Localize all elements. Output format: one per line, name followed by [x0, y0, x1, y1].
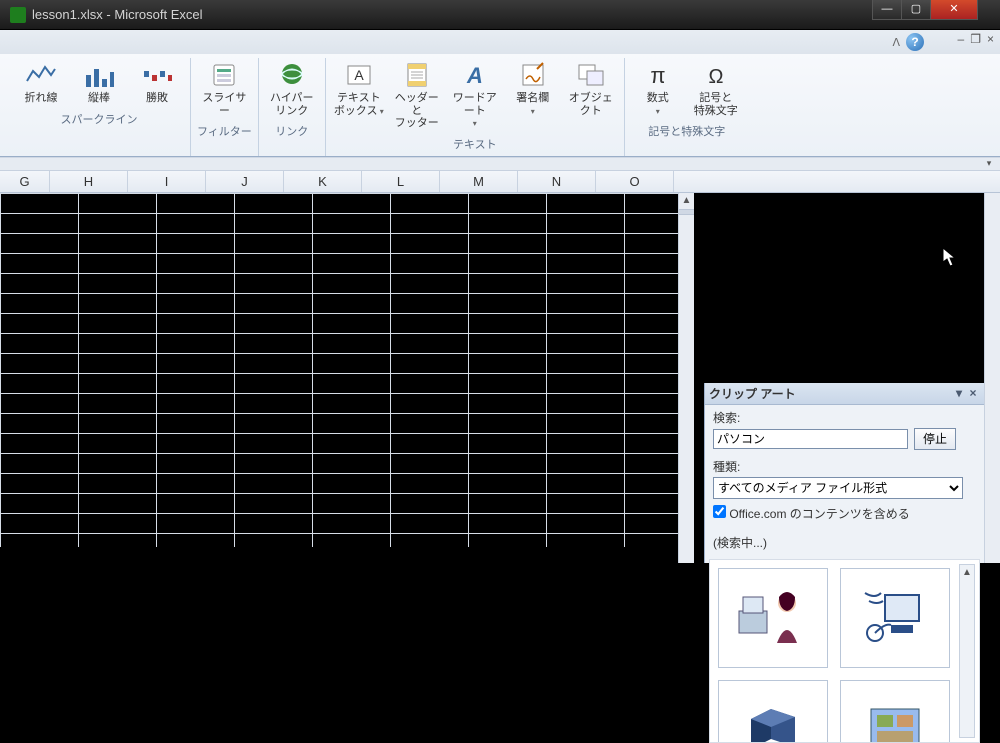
- ribbon-group-filter: スライサー フィルター: [191, 58, 259, 156]
- slicer-button[interactable]: スライサー: [197, 58, 251, 119]
- sparkline-line-button[interactable]: 折れ線: [14, 58, 68, 107]
- sparkline-winloss-icon: [139, 60, 175, 90]
- include-office-row[interactable]: Office.com のコンテンツを含める: [713, 505, 976, 522]
- signature-button[interactable]: 署名欄▾: [506, 58, 560, 132]
- window-controls: — ▢ ✕: [873, 0, 978, 20]
- ribbon-group-sparkline: 折れ線 縦棒 勝敗 スパークライン: [8, 58, 191, 156]
- group-label-symbols: 記号と特殊文字: [631, 119, 743, 143]
- group-label-text: テキスト: [332, 132, 618, 156]
- clipart-thumb[interactable]: [718, 680, 828, 743]
- pane-title: クリップ アート: [709, 385, 796, 402]
- ribbon-minimize-chevron[interactable]: ᐱ: [892, 36, 900, 49]
- equation-button[interactable]: π 数式▾: [631, 58, 685, 119]
- slicer-icon: [206, 60, 242, 90]
- mdi-restore-icon[interactable]: ❐: [968, 32, 983, 46]
- search-label: 検索:: [713, 409, 976, 426]
- column-header[interactable]: I: [128, 171, 206, 192]
- maximize-button[interactable]: ▢: [901, 0, 931, 20]
- mdi-minimize-icon[interactable]: –: [956, 32, 967, 46]
- ribbon-group-symbols: π 数式▾ Ω 記号と 特殊文字 記号と特殊文字: [625, 58, 749, 156]
- signature-icon: [515, 60, 551, 90]
- split-handle[interactable]: [679, 209, 694, 215]
- clipart-thumb[interactable]: [840, 680, 950, 743]
- mdi-close-icon[interactable]: ×: [985, 32, 996, 46]
- column-header[interactable]: K: [284, 171, 362, 192]
- pane-close-icon[interactable]: ×: [966, 386, 980, 400]
- hyperlink-button[interactable]: ハイパーリンク: [265, 58, 319, 119]
- column-header[interactable]: G: [0, 171, 50, 192]
- object-button[interactable]: オブジェクト: [564, 58, 618, 132]
- search-input[interactable]: [713, 429, 908, 449]
- sparkline-column-button[interactable]: 縦棒: [72, 58, 126, 107]
- group-label-sparkline: スパークライン: [14, 107, 184, 131]
- spreadsheet-grid[interactable]: [0, 193, 694, 547]
- svg-text:π: π: [650, 63, 665, 88]
- grid-vscroll[interactable]: ▲: [678, 193, 694, 563]
- formula-bar-expand-icon[interactable]: ▾: [980, 158, 998, 172]
- column-header-row: G H I J K L M N O: [0, 171, 1000, 193]
- help-icon[interactable]: ?: [906, 33, 924, 51]
- headerfooter-button[interactable]: ヘッダーと フッター: [390, 58, 444, 132]
- ribbon-group-text: A テキスト ボックス ▾ ヘッダーと フッター A ワードアート▾ 署名欄▾: [326, 58, 625, 156]
- pane-header: クリップ アート ▾ ×: [705, 383, 984, 405]
- results-grid: ▲: [709, 559, 980, 743]
- column-header[interactable]: M: [440, 171, 518, 192]
- object-icon: [573, 60, 609, 90]
- symbol-button[interactable]: Ω 記号と 特殊文字: [689, 58, 743, 119]
- column-header[interactable]: N: [518, 171, 596, 192]
- ribbon-group-link: ハイパーリンク リンク: [259, 58, 326, 156]
- results-scroll[interactable]: ▲: [959, 564, 975, 738]
- clipart-thumb[interactable]: [718, 568, 828, 668]
- clipart-thumb[interactable]: [840, 568, 950, 668]
- minimize-button[interactable]: —: [872, 0, 902, 20]
- type-select[interactable]: すべてのメディア ファイル形式: [713, 477, 963, 499]
- include-office-checkbox[interactable]: [713, 505, 726, 518]
- svg-text:Ω: Ω: [708, 66, 723, 88]
- close-button[interactable]: ✕: [930, 0, 978, 20]
- textbox-icon: A: [341, 60, 377, 90]
- sparkline-column-icon: [81, 60, 117, 90]
- pane-outer-scroll[interactable]: [984, 193, 1000, 563]
- textbox-button[interactable]: A テキスト ボックス ▾: [332, 58, 386, 132]
- searching-status: (検索中...): [713, 536, 767, 550]
- group-label-link: リンク: [265, 119, 319, 143]
- scroll-up-icon[interactable]: ▲: [960, 565, 974, 581]
- include-office-label: Office.com のコンテンツを含める: [729, 507, 909, 521]
- pane-menu-icon[interactable]: ▾: [952, 386, 966, 400]
- headerfooter-icon: [399, 60, 435, 90]
- sparkline-winloss-button[interactable]: 勝敗: [130, 58, 184, 107]
- excel-icon: [10, 7, 26, 23]
- column-header[interactable]: L: [362, 171, 440, 192]
- ribbon: 折れ線 縦棒 勝敗 スパークライン スライサー フィ: [0, 54, 1000, 157]
- hyperlink-icon: [274, 60, 310, 90]
- wordart-icon: A: [457, 60, 493, 90]
- svg-text:A: A: [466, 63, 483, 88]
- column-header[interactable]: J: [206, 171, 284, 192]
- window-title: lesson1.xlsx - Microsoft Excel: [32, 7, 203, 22]
- symbol-icon: Ω: [698, 60, 734, 90]
- type-label: 種類:: [713, 458, 976, 475]
- svg-text:A: A: [354, 67, 364, 83]
- formula-bar-strip: ▾: [0, 157, 1000, 171]
- column-header[interactable]: H: [50, 171, 128, 192]
- title-bar: lesson1.xlsx - Microsoft Excel — ▢ ✕: [0, 0, 1000, 30]
- help-row: ᐱ ? – ❐ ×: [0, 30, 1000, 54]
- equation-icon: π: [640, 60, 676, 90]
- wordart-button[interactable]: A ワードアート▾: [448, 58, 502, 132]
- scroll-up-icon[interactable]: ▲: [679, 193, 694, 209]
- column-header[interactable]: O: [596, 171, 674, 192]
- group-label-filter: フィルター: [197, 119, 252, 143]
- sparkline-line-icon: [23, 60, 59, 90]
- stop-button[interactable]: 停止: [914, 428, 956, 450]
- clipart-pane: クリップ アート ▾ × 検索: 停止 種類: すべてのメディア ファイル形式 …: [704, 383, 984, 563]
